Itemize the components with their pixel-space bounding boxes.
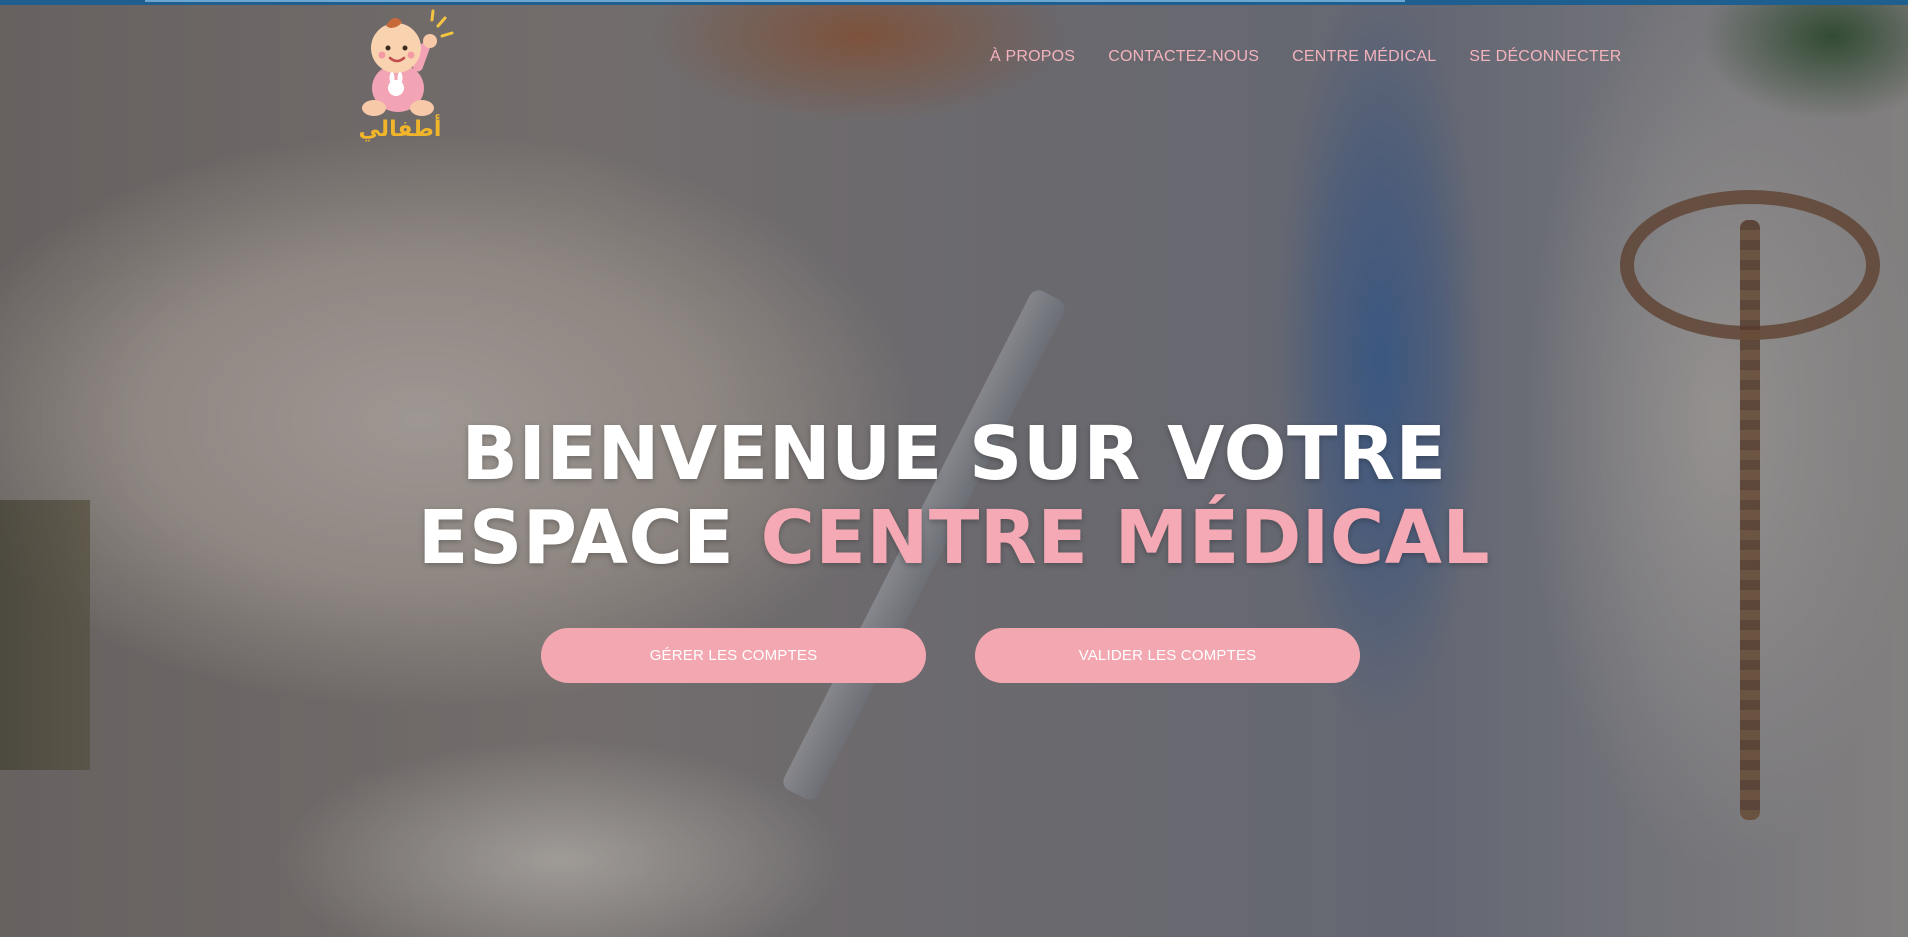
page: أطفالي À PROPOS CONTACTEZ-NOUS CENTRE MÉ… — [0, 0, 1908, 937]
nav-link-about[interactable]: À PROPOS — [990, 48, 1075, 66]
logo[interactable]: أطفالي — [350, 8, 465, 146]
baby-logo-icon: أطفالي — [359, 9, 454, 142]
hero-title-line-1: BIENVENUE SUR VOTRE — [461, 411, 1447, 497]
hero-title-plain: ESPACE — [417, 495, 761, 581]
main-nav: À PROPOS CONTACTEZ-NOUS CENTRE MÉDICAL S… — [990, 48, 1621, 66]
nav-link-medical-center[interactable]: CENTRE MÉDICAL — [1292, 48, 1436, 66]
validate-accounts-button[interactable]: VALIDER LES COMPTES — [975, 628, 1360, 683]
hero-title: BIENVENUE SUR VOTRE ESPACE CENTRE MÉDICA… — [0, 412, 1908, 580]
manage-accounts-button[interactable]: GÉRER LES COMPTES — [541, 628, 926, 683]
nav-link-contact[interactable]: CONTACTEZ-NOUS — [1108, 48, 1259, 66]
nav-link-logout[interactable]: SE DÉCONNECTER — [1469, 48, 1621, 66]
hero-title-accent: CENTRE MÉDICAL — [760, 495, 1491, 581]
top-progress-bar — [0, 0, 1908, 5]
hero-section: BIENVENUE SUR VOTRE ESPACE CENTRE MÉDICA… — [0, 412, 1908, 580]
hero-buttons: GÉRER LES COMPTES VALIDER LES COMPTES — [541, 628, 1361, 683]
svg-text:أطفالي: أطفالي — [359, 113, 442, 142]
